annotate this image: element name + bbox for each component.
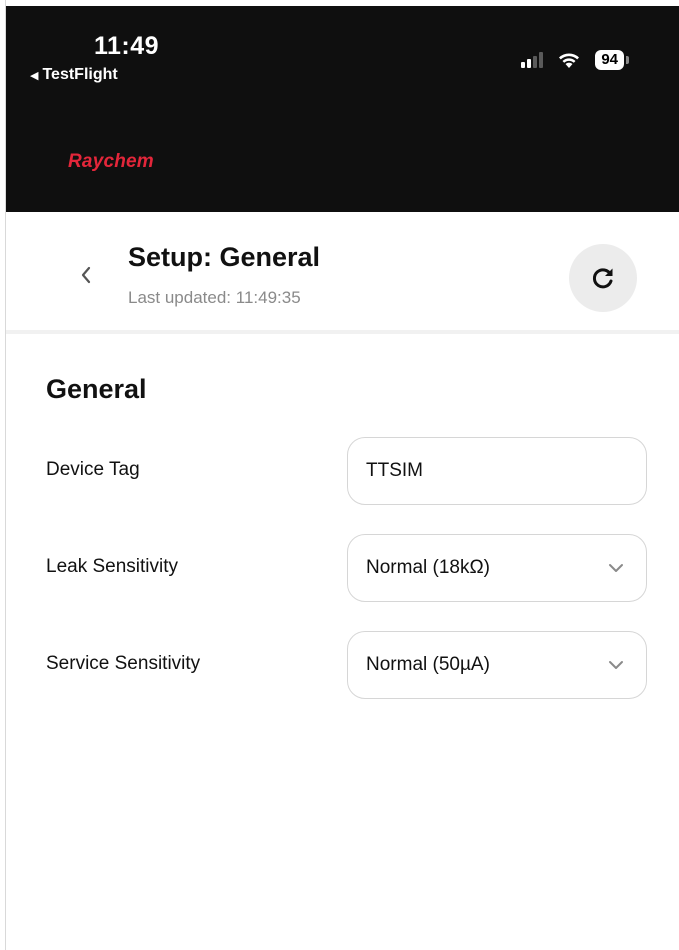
back-app-label: TestFlight	[42, 66, 118, 83]
chevron-left-icon	[81, 266, 91, 284]
battery-nub	[626, 56, 629, 64]
chevron-down-icon	[586, 563, 646, 573]
status-clock: 11:49	[94, 32, 160, 60]
leak-sensitivity-value: Normal (18kΩ)	[366, 557, 491, 578]
section-title: General	[46, 374, 147, 404]
device-tag-value: TTSIM	[366, 460, 423, 481]
back-triangle-icon: ◀	[30, 69, 39, 82]
refresh-icon	[592, 268, 613, 289]
brand-logo: Raychem	[68, 151, 154, 172]
chevron-down-icon	[586, 660, 646, 670]
page-title: Setup: General	[128, 242, 321, 272]
service-sensitivity-label: Service Sensitivity	[46, 653, 201, 674]
signal-icon	[521, 52, 544, 68]
device-tag-label: Device Tag	[46, 459, 140, 480]
leak-sensitivity-label: Leak Sensitivity	[46, 556, 179, 577]
status-icons: 94	[521, 50, 629, 70]
service-sensitivity-select[interactable]: Normal (50µA)	[347, 631, 647, 699]
back-button[interactable]	[74, 260, 98, 290]
wifi-icon	[557, 51, 581, 69]
battery-indicator: 94	[595, 50, 629, 70]
app-top-bar: 11:49 ◀ TestFlight 94 Raychem	[6, 6, 679, 212]
service-sensitivity-value: Normal (50µA)	[366, 654, 490, 675]
battery-level: 94	[595, 50, 624, 70]
leak-sensitivity-select[interactable]: Normal (18kΩ)	[347, 534, 647, 602]
last-updated-text: Last updated: 11:49:35	[128, 288, 301, 307]
back-to-app-link[interactable]: ◀ TestFlight	[30, 66, 118, 84]
page-header: Setup: General Last updated: 11:49:35	[6, 212, 679, 334]
device-tag-input[interactable]: TTSIM	[347, 437, 647, 505]
refresh-button[interactable]	[569, 244, 637, 312]
